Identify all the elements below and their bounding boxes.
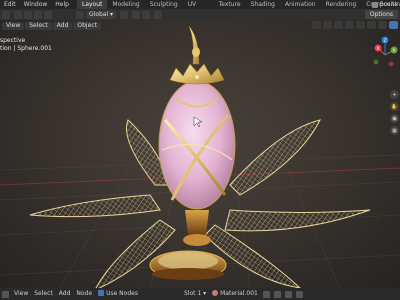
gizmo-neg-x-axis[interactable] — [388, 61, 394, 67]
3d-viewport[interactable]: X Y Z spective tion | Sphere.001 + ✋ ▣ ▦ — [0, 20, 400, 288]
navigation-tools: + ✋ ▣ ▦ — [390, 90, 399, 135]
solid-shading-icon[interactable] — [367, 21, 376, 29]
menu-window[interactable]: Window — [20, 0, 52, 9]
scene-icon — [371, 1, 378, 8]
pin-icon[interactable] — [295, 290, 303, 298]
gizmo-z-label: Z — [383, 38, 386, 44]
viewport-scene: X Y Z — [0, 25, 400, 288]
tab-animation[interactable]: Animation — [280, 0, 321, 9]
pan-hand-icon[interactable]: ✋ — [390, 102, 399, 111]
zoom-icon[interactable]: + — [390, 90, 399, 99]
rendered-shading-icon[interactable] — [389, 21, 398, 29]
use-nodes-label: Use Nodes — [106, 290, 138, 297]
gizmo-x-label: X — [376, 46, 379, 52]
menu-edit[interactable]: Edit — [0, 0, 20, 9]
mesh-petal-right — [224, 209, 371, 232]
viewport-perspective-label: spective — [0, 37, 26, 44]
tool-header: Global ▾ Options — [0, 9, 400, 20]
footer-menu-add[interactable]: Add — [56, 288, 74, 300]
viewport-menu-view[interactable]: View — [2, 21, 25, 30]
viewport-object-label: tion | Sphere.001 — [0, 45, 52, 52]
camera-icon[interactable]: ▣ — [390, 114, 399, 123]
footer-menu-view[interactable]: View — [11, 288, 31, 300]
stem-ring — [183, 234, 211, 246]
visibility-icon[interactable] — [312, 21, 321, 29]
finial-knob — [192, 47, 200, 57]
scene-selector[interactable]: Scene — [371, 0, 400, 9]
tab-uv-editing[interactable]: UV Editing — [183, 0, 214, 17]
menu-help[interactable]: Help — [51, 0, 73, 9]
base-foot — [152, 268, 224, 280]
viewport-menu: View Select Add Object — [2, 21, 101, 30]
snap-icon[interactable] — [132, 10, 141, 19]
top-bar: Edit Window Help Layout Modeling Sculpti… — [0, 0, 400, 17]
scene-label: Scene — [379, 1, 398, 8]
use-nodes-toggle[interactable]: Use Nodes — [95, 288, 141, 300]
egg-stem — [185, 210, 209, 235]
mesh-petal-back-right — [229, 119, 321, 196]
viewport-header: View Select Add Object — [0, 20, 400, 31]
gizmo-toggle-icon[interactable] — [323, 21, 332, 29]
proportional-edit-icon[interactable] — [154, 10, 163, 19]
slot-label: Slot 1 — [183, 290, 202, 297]
crown-finial — [188, 25, 200, 65]
viewport-menu-select[interactable]: Select — [25, 21, 52, 30]
mesh-petal-left — [29, 194, 161, 218]
transform-orientation-dropdown[interactable]: Global ▾ — [86, 10, 117, 19]
use-nodes-checkbox[interactable] — [98, 290, 105, 296]
viewport-menu-object[interactable]: Object — [73, 21, 101, 30]
pivot-icon[interactable] — [120, 10, 129, 19]
overlay-icon[interactable] — [334, 21, 343, 29]
unlink-icon[interactable] — [284, 290, 292, 298]
material-sphere-icon — [212, 290, 219, 296]
tab-modeling[interactable]: Modeling — [107, 0, 144, 9]
material-label: Material.001 — [220, 290, 258, 297]
select-box-icon[interactable] — [14, 10, 22, 19]
footer-menu-node[interactable]: Node — [73, 288, 95, 300]
transform-orientation-value: Global — [89, 10, 109, 18]
snap-target-icon[interactable] — [142, 10, 151, 19]
select-extend-icon[interactable] — [44, 10, 52, 19]
workspace-tabs: Layout Modeling Sculpting UV Editing Tex… — [76, 0, 400, 17]
crown-jewel — [195, 75, 199, 79]
tab-shading[interactable]: Shading — [246, 0, 280, 9]
node-editor-header: View Select Add Node Use Nodes Slot 1 ▾ … — [0, 288, 400, 300]
tab-rendering[interactable]: Rendering — [321, 0, 362, 9]
crown — [169, 63, 225, 85]
viewport-shading-buttons — [312, 21, 398, 29]
options-button[interactable]: Options — [364, 10, 398, 19]
gizmo-y-label: Y — [392, 48, 396, 54]
wireframe-shading-icon[interactable] — [356, 21, 365, 29]
footer-menu-select[interactable]: Select — [31, 288, 56, 300]
main-menu: Edit Window Help — [0, 0, 73, 9]
base-rim — [158, 252, 218, 270]
grid-icon[interactable]: ▦ — [390, 126, 399, 135]
gizmo-neg-y-axis[interactable] — [373, 59, 379, 65]
viewport-menu-add[interactable]: Add — [52, 21, 73, 30]
xray-icon[interactable] — [345, 21, 354, 29]
editor-type-icon-node[interactable] — [2, 290, 9, 298]
editor-type-icon[interactable] — [2, 10, 10, 19]
orientation-icon — [76, 10, 84, 19]
select-mode-icon[interactable] — [24, 10, 32, 19]
tab-layout[interactable]: Layout — [76, 0, 108, 9]
select-invert-icon[interactable] — [34, 10, 42, 19]
navigation-gizmo[interactable]: X Y Z — [373, 36, 398, 67]
slot-dropdown[interactable]: Slot 1 ▾ — [181, 288, 209, 300]
material-shading-icon[interactable] — [378, 21, 387, 29]
tab-texture-paint[interactable]: Texture Paint — [214, 0, 246, 17]
duplicate-icon[interactable] — [273, 290, 281, 298]
fake-user-icon[interactable] — [262, 290, 270, 298]
material-selector[interactable]: Material.001 — [209, 288, 261, 300]
tab-sculpting[interactable]: Sculpting — [145, 0, 183, 9]
